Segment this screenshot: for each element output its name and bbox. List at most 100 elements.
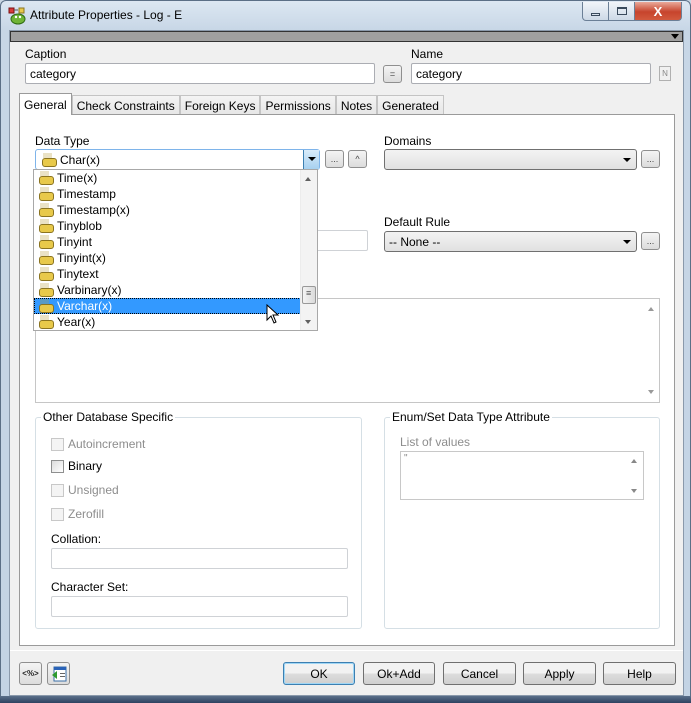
data-type-icon	[38, 315, 54, 329]
default-rule-more-button[interactable]: ...	[641, 232, 660, 250]
scroll-down-icon[interactable]	[631, 489, 637, 493]
dropdown-item-label: Year(x)	[57, 315, 96, 329]
domains-more-button[interactable]: ...	[641, 150, 660, 168]
list-of-values-text: "	[404, 453, 408, 464]
name-input[interactable]: category	[411, 63, 651, 84]
naming-convention-button[interactable]: N	[659, 66, 671, 81]
binary-checkbox[interactable]: Binary	[51, 459, 102, 473]
dropdown-item-label: Tinytext	[57, 267, 99, 281]
data-type-icon	[38, 187, 54, 201]
binary-label: Binary	[68, 459, 103, 473]
chevron-down-icon	[623, 240, 631, 244]
scroll-down-icon[interactable]	[305, 320, 311, 324]
data-type-icon	[38, 283, 54, 297]
macro-button[interactable]: <%>	[19, 662, 42, 685]
scroll-up-icon[interactable]	[305, 177, 311, 181]
scroll-up-icon[interactable]	[648, 307, 654, 311]
data-type-combobox[interactable]: Char(x)	[35, 149, 320, 170]
autoincrement-checkbox[interactable]: Autoincrement	[51, 437, 145, 451]
ok-button[interactable]: OK	[283, 662, 355, 685]
tab-generated[interactable]: Generated	[377, 95, 444, 115]
collation-input[interactable]	[51, 548, 348, 569]
default-rule-combobox[interactable]: -- None --	[384, 231, 637, 252]
dialog-client-area: Caption category = Name category N Gener…	[9, 30, 684, 696]
ok-add-button[interactable]: Ok+Add	[363, 662, 435, 685]
enum-set-title: Enum/Set Data Type Attribute	[390, 410, 552, 424]
equals-button[interactable]: =	[383, 65, 402, 83]
dropdown-item[interactable]: Tinyint(x)	[34, 250, 301, 266]
dropdown-item-label: Varchar(x)	[57, 299, 113, 313]
scrollbar-thumb[interactable]	[302, 286, 316, 305]
maximize-button[interactable]	[609, 2, 635, 21]
dropdown-item[interactable]: Tinyblob	[34, 218, 301, 234]
length-input[interactable]	[310, 230, 368, 251]
list-of-values-label: List of values	[400, 435, 471, 449]
dropdown-item[interactable]: Varchar(x)	[34, 298, 301, 314]
apply-button[interactable]: Apply	[523, 662, 596, 685]
domains-label: Domains	[384, 134, 432, 148]
macro-tag-icon: <%>	[22, 669, 39, 678]
collation-label: Collation:	[51, 532, 102, 546]
dropdown-items: Time(x) Timestamp Timestamp(x) Tinyblob Tiny…	[34, 170, 301, 330]
checkbox-icon	[51, 483, 64, 497]
strip-dropdown-icon	[671, 34, 679, 39]
window-arrow-button[interactable]	[47, 662, 70, 685]
data-type-icon	[38, 267, 54, 281]
data-type-icon	[38, 235, 54, 249]
dropdown-item[interactable]: Timestamp(x)	[34, 202, 301, 218]
scroll-up-icon[interactable]	[631, 459, 637, 463]
app-icon	[8, 7, 26, 25]
dropdown-item[interactable]: Year(x)	[34, 314, 301, 330]
data-type-icon	[41, 153, 57, 167]
data-type-icon	[38, 171, 54, 185]
zerofill-checkbox[interactable]: Zerofill	[51, 507, 104, 521]
data-type-dropdown-button[interactable]	[303, 150, 319, 169]
dropdown-item-label: Varbinary(x)	[57, 283, 122, 297]
data-type-icon	[38, 219, 54, 233]
dropdown-item[interactable]: Time(x)	[34, 170, 301, 186]
minimize-button[interactable]	[582, 2, 609, 21]
help-button[interactable]: Help	[603, 662, 676, 685]
tab-general[interactable]: General	[19, 93, 72, 115]
collapsed-toolbar-strip[interactable]	[10, 31, 683, 42]
dropdown-item[interactable]: Timestamp	[34, 186, 301, 202]
checkbox-icon	[51, 459, 64, 473]
dropdown-item[interactable]: Varbinary(x)	[34, 282, 301, 298]
other-database-specific-group: Other Database Specific Autoincrement Bi…	[35, 410, 362, 629]
dropdown-item[interactable]: Tinyint	[34, 234, 301, 250]
data-type-label: Data Type	[35, 134, 90, 148]
caption-input[interactable]: category	[25, 63, 375, 84]
cancel-button[interactable]: Cancel	[443, 662, 516, 685]
tab-permissions[interactable]: Permissions	[260, 95, 336, 115]
dropdown-item-label: Timestamp(x)	[57, 203, 130, 217]
chevron-down-icon	[623, 158, 631, 162]
character-set-input[interactable]	[51, 596, 348, 617]
tab-foreign-keys[interactable]: Foreign Keys	[179, 95, 261, 115]
dropdown-scrollbar[interactable]	[300, 170, 317, 330]
data-type-value: Char(x)	[60, 153, 101, 167]
dropdown-item-label: Tinyint	[57, 235, 92, 249]
data-type-icon	[38, 251, 54, 265]
data-type-more-button[interactable]: ...	[325, 150, 344, 168]
domains-combobox[interactable]	[384, 149, 637, 170]
caption-label: Caption	[25, 47, 67, 61]
scroll-down-icon[interactable]	[648, 390, 654, 394]
data-type-up-button[interactable]: ^	[348, 150, 367, 168]
enum-set-group: Enum/Set Data Type Attribute List of val…	[384, 410, 660, 629]
tab-notes[interactable]: Notes	[335, 95, 378, 115]
maximize-icon	[616, 7, 627, 15]
dropdown-item[interactable]: Tinytext	[34, 266, 301, 282]
naming-icon: N	[662, 69, 668, 78]
close-icon: X	[653, 3, 663, 19]
close-button[interactable]: X	[635, 2, 682, 21]
name-label: Name	[411, 47, 444, 61]
footer-divider	[10, 650, 683, 651]
data-type-icon	[38, 203, 54, 217]
title-bar[interactable]: Attribute Properties - Log - E X	[1, 1, 690, 29]
dropdown-item-label: Time(x)	[57, 171, 98, 185]
tab-check-constraints[interactable]: Check Constraints	[71, 95, 180, 115]
list-of-values-input[interactable]: "	[400, 451, 644, 500]
unsigned-checkbox[interactable]: Unsigned	[51, 483, 119, 497]
dropdown-item-label: Tinyblob	[57, 219, 102, 233]
tab-bar: General Check Constraints Foreign Keys P…	[19, 93, 444, 115]
